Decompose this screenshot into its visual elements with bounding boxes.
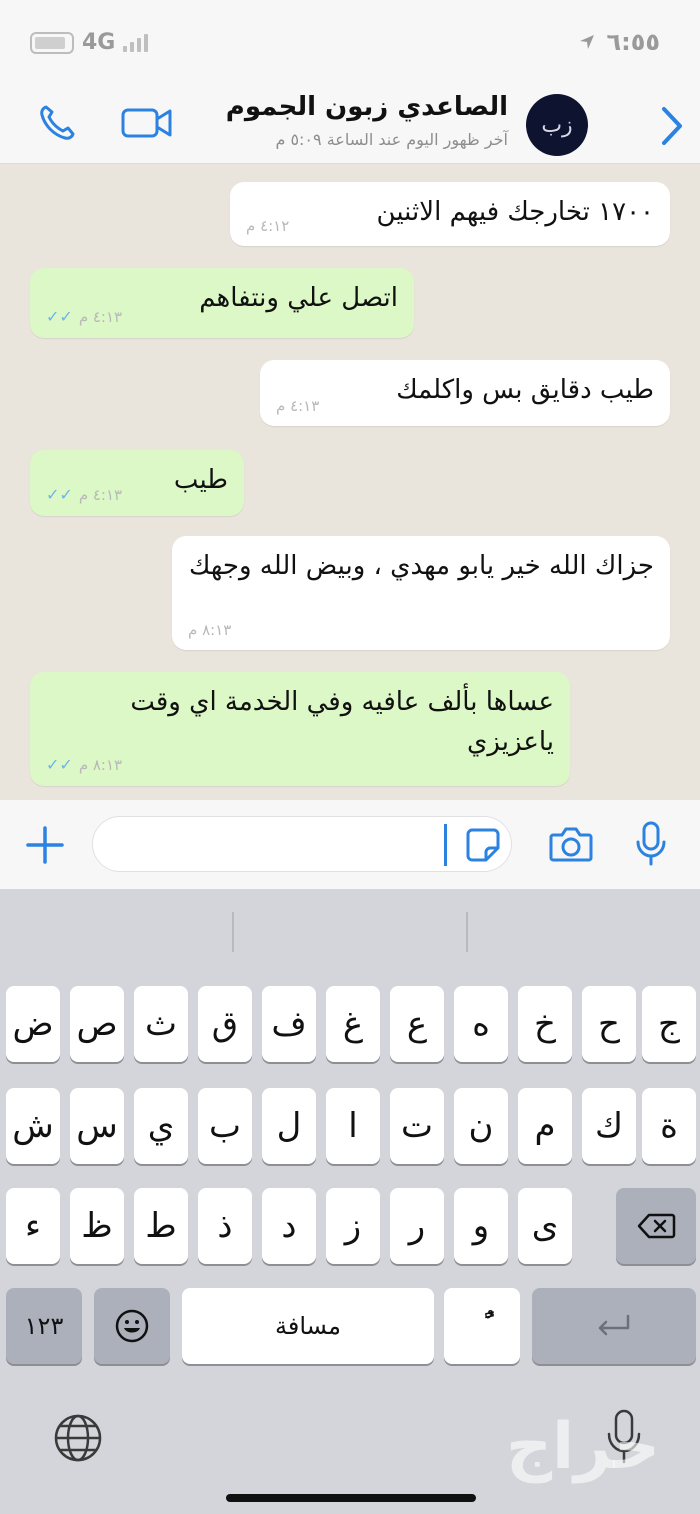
message-time: ✓✓ ٤:١٣ م [46, 485, 123, 505]
message-text: جزاك الله خير يابو مهدي ، وبيض الله وجهك [189, 551, 654, 581]
message-text: عساها بألف عافيه وفي الخدمة اي وقت ياعزي… [130, 687, 554, 758]
home-indicator[interactable] [226, 1494, 476, 1502]
plus-icon[interactable] [24, 824, 66, 866]
last-seen: آخر ظهور اليوم عند الساعة ٥:٠٩ م [275, 130, 508, 149]
video-call-icon[interactable] [120, 102, 174, 144]
message-text: ١٧٠٠ تخارجك فيهم الاثنين [376, 197, 654, 227]
read-ticks-icon: ✓✓ [46, 307, 73, 327]
key[interactable]: ر [390, 1188, 444, 1264]
camera-icon[interactable] [548, 824, 594, 864]
key[interactable]: ف [262, 986, 316, 1062]
sticker-icon[interactable] [464, 826, 502, 864]
avatar[interactable]: زب [526, 94, 588, 156]
message-time: ✓✓ ٤:١٣ م [46, 307, 123, 327]
key[interactable]: م [518, 1088, 572, 1164]
key[interactable]: ب [198, 1088, 252, 1164]
key[interactable]: ق [198, 986, 252, 1062]
diacritic-key[interactable]: ًٌ [444, 1288, 520, 1364]
key[interactable]: ا [326, 1088, 380, 1164]
delete-key[interactable] [616, 1188, 696, 1264]
battery-icon [30, 31, 74, 54]
key[interactable]: ز [326, 1188, 380, 1264]
phone-icon[interactable] [36, 102, 78, 144]
return-key[interactable] [532, 1288, 696, 1364]
read-ticks-icon: ✓✓ [46, 755, 73, 775]
read-ticks-icon: ✓✓ [46, 485, 73, 505]
message-time: ✓✓ ٨:١٣ م [46, 755, 123, 775]
key[interactable]: ش [6, 1088, 60, 1164]
key[interactable]: ذ [198, 1188, 252, 1264]
key[interactable]: ظ [70, 1188, 124, 1264]
key[interactable]: ص [70, 986, 124, 1062]
message-bubble[interactable]: طيب دقايق بس واكلمك ٤:١٣ م [260, 360, 670, 426]
return-icon [598, 1314, 630, 1336]
message-bubble[interactable]: جزاك الله خير يابو مهدي ، وبيض الله وجهك… [172, 536, 670, 650]
key[interactable]: و [454, 1188, 508, 1264]
key[interactable]: ك [582, 1088, 636, 1164]
key[interactable]: ط [134, 1188, 188, 1264]
avatar-text: زب [541, 112, 573, 138]
key[interactable]: د [262, 1188, 316, 1264]
back-chevron-icon[interactable] [656, 104, 686, 148]
text-caret [444, 824, 447, 866]
keyboard: ض ص ث ق ف غ ع ه خ ح ج ش س ي ب ل ا ت ن م … [0, 890, 700, 1514]
numbers-key[interactable]: ١٢٣ [6, 1288, 82, 1364]
contact-name[interactable]: الصاعدي زبون الجموم [226, 92, 508, 122]
key[interactable]: ل [262, 1088, 316, 1164]
status-right: ٦:٥٥ [578, 28, 660, 56]
key[interactable]: ض [6, 986, 60, 1062]
message-bubble[interactable]: طيب ✓✓ ٤:١٣ م [30, 450, 244, 516]
message-text: اتصل علي ونتفاهم [199, 283, 398, 313]
key[interactable]: ن [454, 1088, 508, 1164]
space-key[interactable]: مسافة [182, 1288, 434, 1364]
globe-icon[interactable] [52, 1412, 104, 1464]
message-time: ٨:١٣ م [188, 620, 232, 639]
message-text: طيب دقايق بس واكلمك [396, 375, 654, 405]
emoji-icon [115, 1309, 149, 1343]
key[interactable]: ت [390, 1088, 444, 1164]
backspace-icon [637, 1213, 676, 1239]
key[interactable]: ح [582, 986, 636, 1062]
emoji-key[interactable] [94, 1288, 170, 1364]
key[interactable]: ع [390, 986, 444, 1062]
key[interactable]: ى [518, 1188, 572, 1264]
clock: ٦:٥٥ [606, 28, 660, 56]
network-label: 4G [82, 30, 116, 55]
key[interactable]: ج [642, 986, 696, 1062]
suggestion-divider [466, 912, 468, 952]
key[interactable]: ي [134, 1088, 188, 1164]
chat-header: الصاعدي زبون الجموم آخر ظهور اليوم عند ا… [0, 88, 700, 164]
key[interactable]: س [70, 1088, 124, 1164]
key[interactable]: ة [642, 1088, 696, 1164]
microphone-icon[interactable] [634, 820, 668, 868]
key[interactable]: غ [326, 986, 380, 1062]
message-bubble[interactable]: عساها بألف عافيه وفي الخدمة اي وقت ياعزي… [30, 672, 570, 786]
status-bar: 4G ٦:٥٥ [0, 0, 700, 88]
message-time: ٤:١٣ م [276, 396, 320, 415]
watermark-logo: حراج [506, 1410, 660, 1484]
input-bar [0, 800, 700, 890]
key[interactable]: ث [134, 986, 188, 1062]
location-arrow-icon [580, 35, 595, 49]
chat-area: ١٧٠٠ تخارجك فيهم الاثنين ٤:١٢ م اتصل علي… [0, 164, 700, 800]
status-left: 4G [30, 30, 149, 55]
key[interactable]: ه [454, 986, 508, 1062]
key[interactable]: ء [6, 1188, 60, 1264]
key[interactable]: خ [518, 986, 572, 1062]
message-text: طيب [173, 465, 228, 495]
suggestion-divider [232, 912, 234, 952]
message-bubble[interactable]: ١٧٠٠ تخارجك فيهم الاثنين ٤:١٢ م [230, 182, 670, 246]
message-time: ٤:١٢ م [246, 216, 290, 235]
message-bubble[interactable]: اتصل علي ونتفاهم ✓✓ ٤:١٣ م [30, 268, 414, 338]
message-input[interactable] [92, 816, 512, 872]
signal-icon [123, 33, 149, 52]
